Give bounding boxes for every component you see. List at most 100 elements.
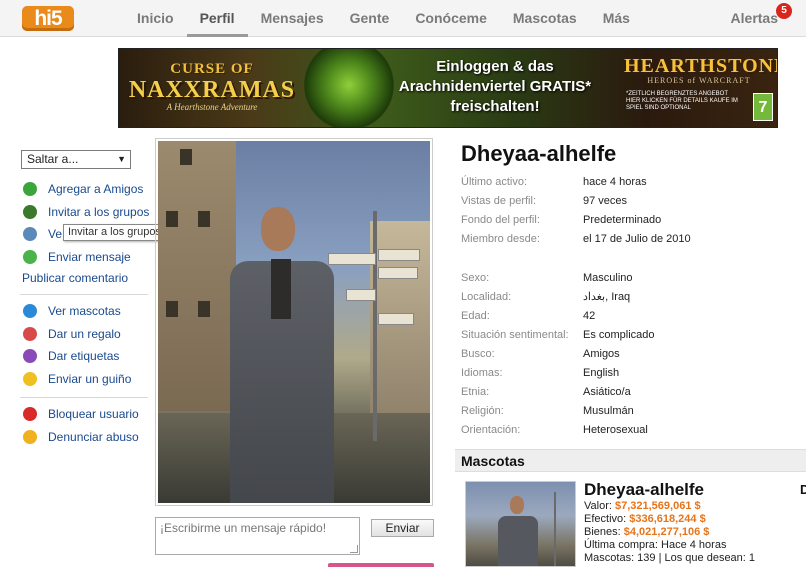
mascota-bienes-value: $4,021,277,106 $: [623, 526, 710, 538]
photo-sign: [378, 249, 420, 261]
profile-field-value: Heterosexual: [583, 424, 648, 436]
block-icon: [23, 407, 37, 421]
profile-field-value: Predeterminado: [583, 214, 662, 226]
sidebar-action-group2-3[interactable]: Enviar un guiño: [20, 371, 148, 394]
profile-details-row: Etnia: Asiático/a: [461, 385, 801, 404]
warning-icon: [23, 429, 37, 444]
photo-window: [166, 301, 178, 317]
sidebar-action-label: Bloquear usuario: [48, 407, 139, 421]
mascota-photo-head: [510, 496, 524, 514]
mascota-bienes: Bienes: $4,021,277,106 $: [584, 526, 755, 539]
profile-field-value: hace 4 horas: [583, 176, 647, 188]
nav-item-mensajes[interactable]: Mensajes: [248, 0, 337, 37]
profile-field-label: Sexo:: [461, 272, 490, 284]
sidebar-action-group1-1[interactable]: Invitar a los grupos: [20, 204, 149, 227]
sidebar-action-group3-1[interactable]: Denunciar abuso: [20, 429, 148, 452]
pink-action-bar[interactable]: [328, 563, 434, 567]
photo-signpost: [373, 211, 377, 441]
sidebar-action-group1-3[interactable]: Enviar mensaje: [20, 249, 148, 272]
mascotas-title: Mascotas: [461, 453, 525, 469]
profile-action-sidebar: Saltar a... ▼ Agregar a Amigos Invitar a …: [20, 150, 149, 452]
photo-sign: [328, 253, 376, 265]
profile-stats-row: Último activo: hace 4 horas: [461, 175, 801, 194]
mascota-valor-label: Valor:: [584, 500, 612, 512]
send-message-button[interactable]: Enviar: [371, 519, 434, 537]
mascota-photo-post: [554, 492, 556, 566]
sidebar-action-label: Ve: [48, 227, 63, 241]
chevron-down-icon: ▼: [117, 154, 126, 164]
sidebar-action-group2-2[interactable]: Dar etiquetas: [20, 348, 148, 371]
profile-field-value: بغداد, Iraq: [583, 291, 631, 303]
nav-item-perfil[interactable]: Perfil: [186, 0, 248, 37]
banner-headline: Einloggen & das Arachnidenviertel GRATIS…: [377, 57, 613, 121]
profile-name: Dheyaa-alhelfe: [461, 141, 617, 166]
sidebar-action-group1-0[interactable]: Agregar a Amigos: [20, 181, 148, 204]
profile-details-row: Localidad: بغداد, Iraq: [461, 290, 801, 309]
mascota-name-link[interactable]: Dheyaa-alhelfe: [584, 480, 704, 500]
profile-details-row: Situación sentimental: Es complicado: [461, 328, 801, 347]
sidebar-action-label: Dar etiquetas: [48, 349, 120, 363]
photo-sign: [378, 267, 418, 279]
banner-left-title-main: NAXXRAMAS: [128, 77, 296, 103]
quick-message-placeholder: ¡Escribirme un mensaje rápido!: [160, 521, 327, 535]
mascotas-section-header: Mascotas: [455, 449, 806, 472]
profile-field-label: Busco:: [461, 348, 495, 360]
mascota-photo[interactable]: [465, 481, 576, 567]
add-friend-icon: [23, 182, 37, 196]
sidebar-action-label: Enviar un guiño: [48, 371, 132, 386]
profile-field-value: 97 veces: [583, 195, 628, 207]
profile-photo[interactable]: [155, 138, 433, 506]
profile-field-label: Orientación:: [461, 424, 521, 436]
banner-fine-print: *ZEITLICH BEGRENZTES ANGEBOT HIER KLICKE…: [626, 91, 738, 111]
profile-field-value: el 17 de Julio de 2010: [583, 233, 691, 245]
profile-details-row: Religión: Musulmán: [461, 404, 801, 423]
profile-field-label: Vistas de perfil:: [461, 195, 537, 207]
nav-item-mas[interactable]: Más: [590, 0, 643, 37]
camera-icon: [23, 227, 37, 241]
sidebar-action-label: Denunciar abuso: [48, 429, 139, 444]
banner-brand: HEARTHSTONE: [624, 55, 778, 77]
nav-item-inicio[interactable]: Inicio: [124, 0, 187, 37]
profile-field-label: Religión:: [461, 405, 504, 417]
photo-person-head: [261, 207, 295, 251]
sidebar-action-group2-1[interactable]: Dar un regalo: [20, 326, 148, 349]
profile-field-label: Localidad:: [461, 291, 512, 303]
nav-item-mascotas[interactable]: Mascotas: [500, 0, 590, 37]
mascota-photo-body: [498, 516, 538, 566]
profile-field-label: Último activo:: [461, 176, 528, 188]
invite-groups-tooltip: Invitar a los grupos: [63, 224, 166, 241]
sidebar-action-group2-0[interactable]: Ver mascotas: [20, 303, 148, 326]
resize-handle-icon[interactable]: [350, 545, 358, 553]
mascota-efectivo-label: Efectivo:: [584, 513, 627, 525]
alerts-label: Alertas: [730, 10, 778, 26]
top-navigation-bar: hi5 Inicio Perfil Mensajes Gente Conóceme Mas…: [0, 0, 806, 37]
photo-sign: [346, 289, 376, 301]
jump-to-select[interactable]: Saltar a... ▼: [21, 150, 131, 169]
mascota-stats: Valor: $7,321,569,061 $ Efectivo: $336,6…: [584, 500, 755, 565]
mascota-efectivo: Efectivo: $336,618,244 $: [584, 513, 755, 526]
banner-left-title-top: CURSE OF: [170, 61, 254, 77]
hi5-logo[interactable]: hi5: [22, 6, 74, 31]
sidebar-action-group3-0[interactable]: Bloquear usuario: [20, 406, 148, 429]
nav-item-conoceme[interactable]: Conóceme: [402, 0, 500, 37]
photo-building-left: [158, 141, 236, 411]
photo-window: [198, 301, 210, 317]
post-comment-link[interactable]: Publicar comentario: [22, 271, 148, 285]
hearthstone-banner-ad[interactable]: CURSE OF NAXXRAMAS A Hearthstone Adventu…: [118, 48, 778, 128]
profile-field-value: Musulmán: [583, 405, 634, 417]
nav-item-gente[interactable]: Gente: [337, 0, 403, 37]
gift-icon: [23, 326, 37, 341]
mascota-count: Mascotas: 139 | Los que desean: 1: [584, 552, 756, 564]
alerts-menu[interactable]: Alertas 5: [730, 0, 792, 37]
quick-message-input[interactable]: ¡Escribirme un mensaje rápido!: [155, 517, 360, 555]
profile-field-value: Masculino: [583, 272, 633, 284]
sidebar-action-label: Enviar mensaje: [48, 249, 131, 264]
profile-field-value: English: [583, 367, 620, 379]
banner-headline-line2: Arachnidenviertel GRATIS*: [398, 78, 592, 95]
jump-to-select-value: Saltar a...: [27, 152, 79, 166]
banner-headline-line3: freischalten!: [450, 98, 540, 115]
mascota-bienes-label: Bienes:: [584, 526, 621, 538]
sidebar-divider: [20, 294, 148, 295]
profile-field-label: Idiomas:: [461, 367, 503, 379]
profile-stats-row: Vistas de perfil: 97 veces: [461, 194, 801, 213]
